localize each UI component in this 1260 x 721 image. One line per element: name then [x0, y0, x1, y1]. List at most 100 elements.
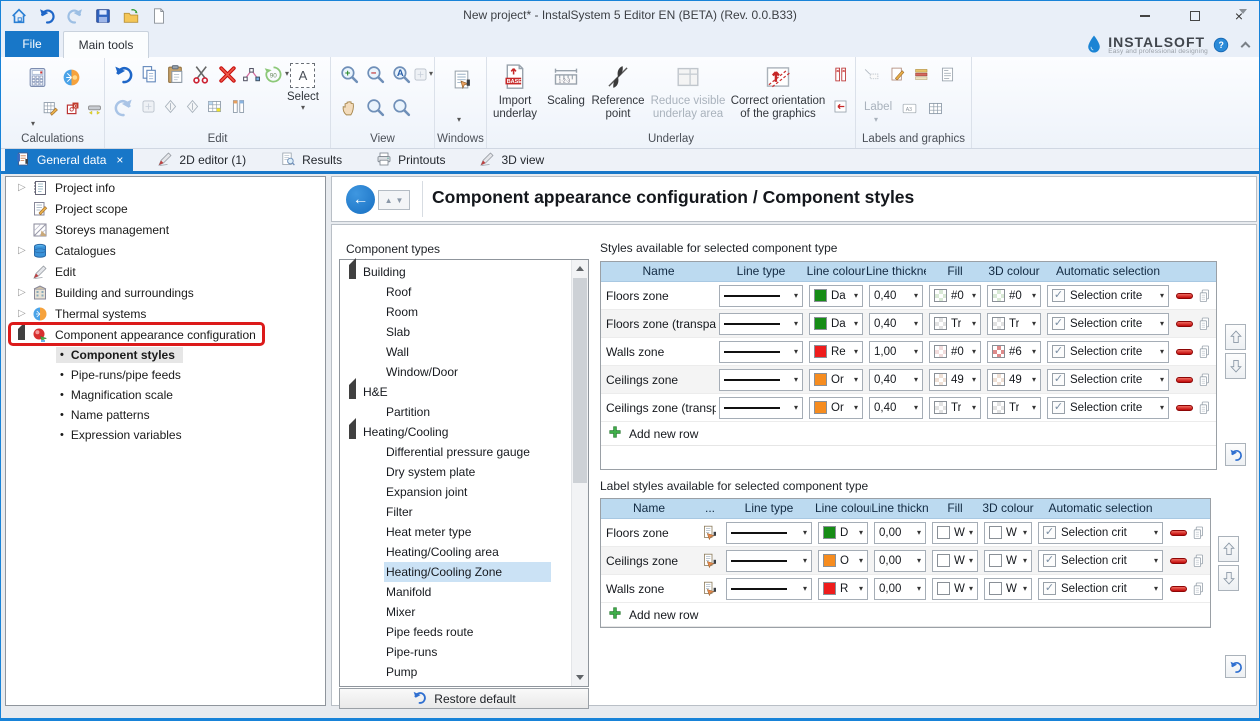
line-colour-select[interactable]: Da▾	[809, 313, 863, 335]
automatic-selection-select[interactable]: ✓Selection crite▾	[1047, 285, 1169, 307]
auto-selection-checkbox[interactable]: ✓	[1052, 373, 1065, 386]
auto-selection-checkbox[interactable]: ✓	[1052, 317, 1065, 330]
expand-icon[interactable]: ▷	[18, 245, 32, 256]
copy-row-button[interactable]	[1197, 400, 1213, 416]
undo-styles-button[interactable]	[1225, 443, 1246, 466]
line-type-select[interactable]: ▾	[726, 550, 812, 572]
delete-row-button[interactable]	[1176, 293, 1193, 299]
reference-point-button[interactable]: Reference point	[589, 61, 647, 130]
underlay-arrow-icon[interactable]	[831, 97, 850, 116]
sidebar-item-building-and-surroundings[interactable]: ▷Building and surroundings	[6, 282, 325, 303]
tree-item-heating-cooling[interactable]: Heating/Cooling	[340, 422, 571, 442]
fill-select[interactable]: Tr▾	[929, 313, 981, 335]
import-underlay-button[interactable]: BASE Import underlay	[487, 61, 543, 130]
underlay-columns-icon[interactable]	[831, 65, 850, 84]
delete-row-button[interactable]	[1176, 405, 1193, 411]
doc-tab-results[interactable]: Results	[270, 149, 352, 171]
select-button[interactable]: A Select ▾	[287, 63, 319, 112]
collapse-icon[interactable]	[18, 329, 32, 340]
table-icon[interactable]	[926, 99, 945, 118]
correct-orientation-button[interactable]: Correct orientation of the graphics	[729, 61, 827, 130]
zoom-in-icon[interactable]: +	[337, 62, 361, 86]
line-colour-select[interactable]: Re▾	[809, 341, 863, 363]
scroll-up-icon[interactable]	[572, 260, 588, 277]
delete-row-button[interactable]	[1176, 377, 1193, 383]
colour-3d-select[interactable]: W▾	[984, 522, 1032, 544]
line-type-select[interactable]: ▾	[719, 369, 803, 391]
fill-select[interactable]: W▾	[932, 522, 978, 544]
tree-item-differential-pressure-gauge[interactable]: Differential pressure gauge	[340, 442, 571, 462]
tree-item-pump[interactable]: Pump	[340, 662, 571, 682]
split-node-icon[interactable]	[161, 97, 180, 116]
colour-3d-select[interactable]: #0▾	[987, 285, 1041, 307]
tab-overflow-icon[interactable]	[1239, 9, 1247, 14]
copy-row-button[interactable]	[1191, 581, 1207, 597]
sidebar-item-component-appearance-configuration[interactable]: Component appearance configuration	[6, 324, 325, 345]
tree-item-wall[interactable]: Wall	[340, 342, 571, 362]
line-thickness-select[interactable]: 0,00▾	[874, 550, 926, 572]
copy-icon[interactable]	[137, 62, 161, 86]
tree-item-partition[interactable]: Partition	[340, 402, 571, 422]
calculations-button[interactable]	[21, 61, 53, 93]
line-colour-select[interactable]: R▾	[818, 578, 868, 600]
sidebar-item-project-info[interactable]: ▷Project info	[6, 177, 325, 198]
minimize-button[interactable]	[1129, 5, 1161, 27]
cut-icon[interactable]	[189, 62, 213, 86]
line-type-select[interactable]: ▾	[719, 397, 803, 419]
segment-icon[interactable]	[85, 99, 104, 118]
tree-scrollbar[interactable]	[571, 260, 588, 686]
fill-select[interactable]: #0▾	[929, 341, 981, 363]
move-node-icon[interactable]	[239, 62, 263, 86]
fill-select[interactable]: 49▾	[929, 369, 981, 391]
automatic-selection-select[interactable]: ✓Selection crite▾	[1047, 369, 1169, 391]
edit-label-content-button[interactable]	[701, 524, 719, 542]
layers-icon[interactable]	[912, 65, 931, 84]
tree-item-dry-system-plate[interactable]: Dry system plate	[340, 462, 571, 482]
sidebar-item-catalogues[interactable]: ▷Catalogues	[6, 240, 325, 261]
expand-icon[interactable]: ▷	[18, 287, 32, 298]
column-edit-icon[interactable]	[229, 97, 248, 116]
collapse-icon[interactable]	[349, 265, 356, 279]
delete-row-button[interactable]	[1170, 530, 1187, 536]
line-type-select[interactable]: ▾	[726, 522, 812, 544]
line-thickness-select[interactable]: 0,40▾	[869, 313, 923, 335]
auto-selection-checkbox[interactable]: ✓	[1043, 554, 1056, 567]
add-new-row-button[interactable]: Add new row	[601, 603, 1210, 627]
auto-selection-checkbox[interactable]: ✓	[1052, 345, 1065, 358]
zoom-previous-icon[interactable]	[389, 95, 413, 119]
automatic-selection-select[interactable]: ✓Selection crit▾	[1038, 522, 1163, 544]
tree-item-room[interactable]: Room	[340, 302, 571, 322]
zoom-out-icon[interactable]: −	[363, 62, 387, 86]
fill-select[interactable]: W▾	[932, 550, 978, 572]
undo-label-styles-button[interactable]	[1225, 655, 1246, 678]
delete-row-button[interactable]	[1170, 586, 1187, 592]
rotate-90-icon[interactable]: 90	[261, 62, 285, 86]
line-thickness-select[interactable]: 0,40▾	[869, 397, 923, 419]
line-colour-select[interactable]: O▾	[818, 550, 868, 572]
a3-format-icon[interactable]: A3	[900, 99, 919, 118]
tree-item-slab[interactable]: Slab	[340, 322, 571, 342]
tree-item-building[interactable]: Building	[340, 262, 571, 282]
add-new-row-button[interactable]: Add new row	[601, 422, 1216, 446]
thermal-calculation-icon[interactable]	[59, 65, 83, 89]
tab-main-tools[interactable]: Main tools	[63, 31, 149, 58]
line-thickness-select[interactable]: 0,40▾	[869, 369, 923, 391]
line-type-select[interactable]: ▾	[719, 341, 803, 363]
delete-row-button[interactable]	[1176, 349, 1193, 355]
line-type-select[interactable]: ▾	[726, 578, 812, 600]
sidebar-item-expression-variables[interactable]: •Expression variables	[6, 425, 325, 445]
back-button[interactable]: ←	[346, 185, 375, 214]
tree-item-heating-cooling-area[interactable]: Heating/Cooling area	[340, 542, 571, 562]
zoom-window-icon[interactable]	[363, 95, 387, 119]
fill-select[interactable]: W▾	[932, 578, 978, 600]
line-thickness-select[interactable]: 0,00▾	[874, 522, 926, 544]
edit-label-content-button[interactable]	[701, 552, 719, 570]
automatic-selection-select[interactable]: ✓Selection crit▾	[1038, 550, 1163, 572]
line-colour-select[interactable]: Or▾	[809, 397, 863, 419]
copy-row-button[interactable]	[1197, 372, 1213, 388]
sidebar-item-storeys-management[interactable]: Storeys management	[6, 219, 325, 240]
move-label-row-up-button[interactable]	[1218, 536, 1239, 562]
line-thickness-select[interactable]: 0,00▾	[874, 578, 926, 600]
collapse-icon[interactable]	[349, 425, 356, 439]
sidebar-item-name-patterns[interactable]: •Name patterns	[6, 405, 325, 425]
